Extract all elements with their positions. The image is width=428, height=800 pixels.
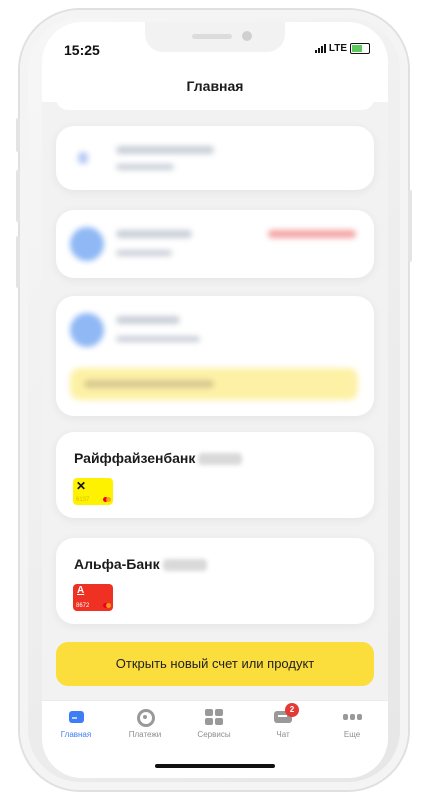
status-time: 15:25 — [64, 42, 100, 58]
account-card-blurred[interactable] — [56, 296, 374, 416]
card-number: 6137 — [76, 497, 90, 503]
tab-label: Главная — [60, 730, 92, 739]
tab-label: Чат — [276, 730, 290, 739]
chat-icon: 2 — [274, 703, 299, 725]
home-icon — [67, 709, 85, 725]
tab-services[interactable]: Сервисы — [184, 709, 244, 739]
page-title: Главная — [42, 70, 388, 102]
open-account-button[interactable]: Открыть новый счет или продукт — [56, 642, 374, 686]
app-screen: 15:25 LTE Главная Райффайзенбанк ✕ 6137 … — [42, 22, 388, 778]
bank-name: Райффайзенбанк — [74, 450, 196, 466]
tab-payments[interactable]: Платежи — [115, 709, 175, 739]
account-card-blurred[interactable] — [56, 210, 374, 278]
masked-balance — [198, 453, 243, 466]
alfa-logo-icon: A — [77, 585, 85, 596]
tab-chat[interactable]: 2 Чат — [253, 703, 313, 739]
payment-card-icon[interactable]: ✕ 6137 — [73, 478, 113, 505]
services-grid-icon — [205, 709, 223, 725]
status-indicators: LTE — [314, 43, 370, 54]
bank-name: Альфа-Банк — [74, 556, 160, 572]
raiffeisen-logo-icon: ✕ — [76, 479, 87, 493]
chat-unread-badge: 2 — [285, 703, 299, 717]
tab-label: Платежи — [128, 730, 162, 739]
bank-card-alfa[interactable]: Альфа-Банк A 8672 — [56, 538, 374, 624]
phone-side-button — [16, 236, 20, 288]
masked-balance — [162, 559, 207, 572]
camera-icon — [242, 31, 252, 41]
more-dots-icon — [343, 709, 362, 725]
notch — [145, 22, 285, 52]
mastercard-icon — [103, 497, 111, 502]
battery-icon — [350, 43, 370, 54]
tab-label: Еще — [343, 730, 361, 739]
payment-card-icon[interactable]: A 8672 — [73, 584, 113, 611]
bank-card-raiffeisen[interactable]: Райффайзенбанк ✕ 6137 — [56, 432, 374, 518]
speaker-icon — [192, 34, 232, 39]
network-label: LTE — [328, 43, 347, 54]
account-card-blurred[interactable] — [56, 126, 374, 190]
payments-icon — [136, 709, 155, 727]
tab-home[interactable]: Главная — [46, 709, 106, 739]
tab-more[interactable]: Еще — [322, 709, 382, 739]
mastercard-icon — [103, 603, 111, 608]
phone-side-button — [408, 190, 412, 262]
signal-icon — [314, 44, 326, 53]
card-number: 8672 — [76, 603, 90, 609]
phone-side-button — [16, 118, 20, 152]
tab-label: Сервисы — [197, 730, 231, 739]
home-indicator — [155, 764, 275, 768]
phone-side-button — [16, 170, 20, 222]
